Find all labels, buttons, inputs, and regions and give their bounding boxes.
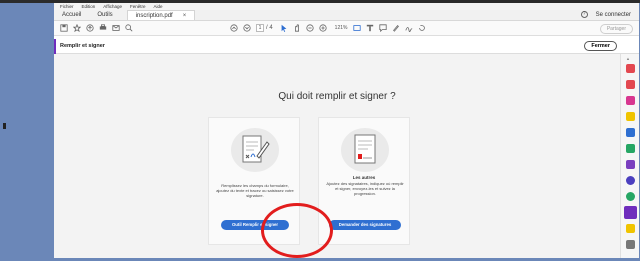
side-mark	[3, 123, 6, 129]
fill-sign-icon[interactable]	[626, 160, 635, 169]
scroll-mode-icon[interactable]	[364, 23, 375, 34]
card-description: Ajoutez des signataires, indiquez où rem…	[326, 181, 404, 197]
tab-bar: Accueil Outils inscription.pdf × ? Se co…	[54, 10, 639, 21]
zoom-out-icon[interactable]	[305, 23, 316, 34]
fill-sign-bar: Remplir et signer Fermer	[54, 39, 639, 54]
page-total: / 4	[266, 25, 273, 31]
tools-rail: ▲	[620, 54, 639, 258]
menu-window[interactable]: Fenêtre	[130, 3, 146, 10]
rotate-icon[interactable]	[416, 23, 427, 34]
pen-icon[interactable]	[390, 23, 401, 34]
request-signatures-button[interactable]: Demander des signatures	[329, 220, 401, 230]
more-tools-icon[interactable]	[626, 224, 635, 233]
export-pdf-icon[interactable]	[626, 80, 635, 89]
annotation-circle	[261, 203, 333, 258]
combine-icon[interactable]	[626, 128, 635, 137]
tab-document-label: inscription.pdf	[135, 13, 173, 19]
tab-tools[interactable]: Outils	[89, 10, 120, 20]
page-title: Qui doit remplir et signer ?	[278, 91, 396, 102]
comment-icon[interactable]	[626, 112, 635, 121]
search-icon[interactable]	[123, 23, 134, 34]
card-description: Remplissez les champs du formulaire, ajo…	[216, 183, 294, 199]
panel-title: Remplir et signer	[60, 43, 105, 49]
help-icon[interactable]: ?	[580, 11, 588, 18]
save-icon[interactable]	[58, 23, 69, 34]
tab-home[interactable]: Accueil	[54, 10, 89, 20]
sign-icon[interactable]	[403, 23, 414, 34]
toolbar: 1 / 4 121% Partager	[54, 21, 639, 36]
fill-sign-active-icon[interactable]	[624, 206, 637, 219]
tab-document[interactable]: inscription.pdf ×	[126, 10, 196, 20]
sign-in-link[interactable]: Se connecter	[596, 12, 631, 18]
print-icon[interactable]	[97, 23, 108, 34]
hand-icon[interactable]	[292, 23, 303, 34]
account-area: ? Se connecter	[580, 11, 631, 18]
main-content: Qui doit remplir et signer ? Remplissez …	[54, 54, 620, 258]
page-down-icon[interactable]	[241, 23, 252, 34]
menu-file[interactable]: Fichier	[60, 3, 74, 10]
fit-page-icon[interactable]	[351, 23, 362, 34]
menu-edit[interactable]: Edition	[82, 3, 96, 10]
upload-icon[interactable]	[84, 23, 95, 34]
share-button[interactable]: Partager	[599, 24, 633, 34]
mail-icon[interactable]	[110, 23, 121, 34]
acrobat-window: Fichier Edition Affichage Fenêtre Aide A…	[54, 3, 639, 258]
menu-help[interactable]: Aide	[153, 3, 162, 10]
page-number-input[interactable]: 1	[256, 24, 264, 32]
scroll-up-icon[interactable]: ▲	[626, 56, 630, 61]
close-icon[interactable]: ×	[183, 11, 187, 20]
zoom-in-icon[interactable]	[318, 23, 329, 34]
fill-sign-illustration	[231, 128, 279, 172]
create-pdf-icon[interactable]	[626, 64, 635, 73]
close-button[interactable]: Fermer	[584, 41, 617, 51]
protect-icon[interactable]	[626, 176, 635, 185]
signature-icon[interactable]	[626, 240, 635, 249]
optimize-icon[interactable]	[626, 192, 635, 201]
page-up-icon[interactable]	[228, 23, 239, 34]
tool-accent	[54, 39, 56, 54]
organize-icon[interactable]	[626, 144, 635, 153]
select-cursor-icon[interactable]	[279, 23, 290, 34]
menu-bar: Fichier Edition Affichage Fenêtre Aide	[54, 3, 639, 10]
edit-pdf-icon[interactable]	[626, 96, 635, 105]
request-signatures-illustration	[341, 128, 389, 172]
zoom-level[interactable]: 121%	[335, 25, 348, 31]
menu-view[interactable]: Affichage	[103, 3, 122, 10]
card-title: Les autres	[352, 175, 376, 180]
comment-icon[interactable]	[377, 23, 388, 34]
star-icon[interactable]	[71, 23, 82, 34]
